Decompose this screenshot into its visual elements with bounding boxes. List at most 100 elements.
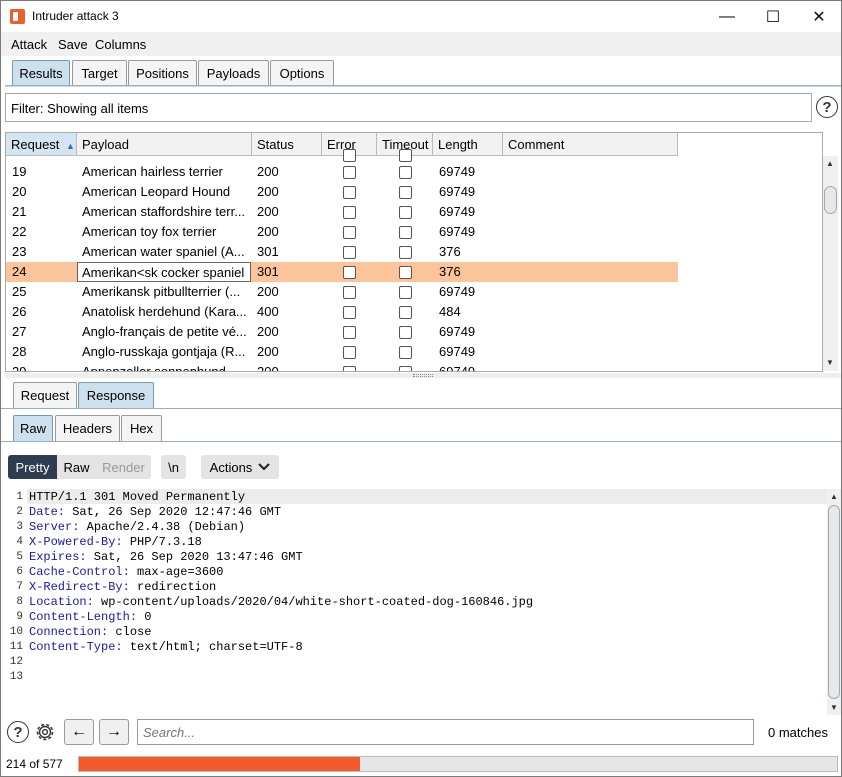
table-row[interactable]: 21 American staffordshire terr... 200 69749: [6, 202, 678, 222]
table-row[interactable]: 23 American water spaniel (A... 301 376: [6, 242, 678, 262]
timeout-checkbox: [399, 226, 412, 239]
line-number: 10: [9, 626, 23, 638]
row-clip-top: [6, 149, 678, 162]
tab-options[interactable]: Options: [270, 60, 334, 86]
table-row[interactable]: 19 American hairless terrier 200 69749: [6, 162, 678, 182]
table-row[interactable]: 28 Anglo-russkaja gontjaja (R... 200 69749: [6, 342, 678, 362]
close-button[interactable]: ✕: [796, 1, 842, 32]
cell-status: 200: [257, 204, 279, 219]
header-value: close: [108, 625, 152, 639]
cell-length: 69749: [439, 284, 476, 299]
table-row[interactable]: 29 Appenzeller sennenhund 200 69749: [6, 362, 678, 372]
column-header-status[interactable]: Status: [252, 133, 322, 156]
tab-raw[interactable]: Raw: [13, 415, 53, 441]
table-row[interactable]: 27 Anglo-français de petite vé... 200 69749: [6, 322, 678, 342]
header-value: 0: [137, 610, 152, 624]
cell-length: 69749: [439, 324, 476, 339]
menu-attack[interactable]: Attack: [11, 37, 47, 52]
cell-status: 301: [257, 264, 279, 279]
chevron-down-icon: [258, 463, 271, 471]
search-input[interactable]: [138, 720, 753, 744]
header-name: Date:: [29, 505, 66, 519]
timeout-checkbox: [399, 266, 412, 279]
header-name: Cache-Control:: [29, 565, 130, 579]
cell-request: 27: [12, 324, 27, 339]
menu-save[interactable]: Save: [58, 37, 88, 52]
cell-request: 29: [12, 364, 27, 372]
table-row[interactable]: 20 American Leopard Hound 200 69749: [6, 182, 678, 202]
table-row[interactable]: 26 Anatolisk herdehund (Kara... 400 484: [6, 302, 678, 322]
render-button[interactable]: Render: [96, 455, 151, 479]
table-row[interactable]: 25 Amerikansk pitbullterrier (... 200 69749: [6, 282, 678, 302]
column-header-payload[interactable]: Payload: [77, 133, 252, 156]
error-checkbox: [343, 226, 356, 239]
search-field[interactable]: [137, 719, 754, 745]
cell-length: 69749: [439, 184, 476, 199]
splitter-grip: [413, 374, 433, 377]
error-checkbox: [343, 346, 356, 359]
minimize-button[interactable]: —: [704, 1, 750, 32]
column-header-comment[interactable]: Comment: [503, 133, 678, 156]
tab-response[interactable]: Response: [78, 382, 154, 408]
error-checkbox: [343, 366, 356, 371]
tab-headers[interactable]: Headers: [55, 415, 120, 441]
cell-payload: Anglo-français de petite vé...: [82, 324, 247, 339]
table-scrollbar[interactable]: ▲ ▼: [823, 156, 838, 371]
header-value: Sat, 26 Sep 2020 13:47:46 GMT: [86, 550, 303, 564]
settings-gear-icon[interactable]: [33, 720, 57, 744]
cell-payload: American hairless terrier: [82, 164, 223, 179]
header-value: PHP/7.3.18: [122, 535, 202, 549]
cell-payload: American Leopard Hound: [82, 184, 231, 199]
response-line: Server: Apache/2.4.38 (Debian): [29, 520, 245, 535]
column-header-request[interactable]: Request ▲: [6, 133, 77, 156]
cell-length: 69749: [439, 224, 476, 239]
column-header-length[interactable]: Length: [433, 133, 503, 156]
cell-request: 28: [12, 344, 27, 359]
response-line: Location: wp-content/uploads/2020/04/whi…: [29, 595, 533, 610]
tab-request[interactable]: Request: [13, 382, 77, 408]
response-editor[interactable]: 1 HTTP/1.1 301 Moved Permanently 2 Date: Sa…: [5, 489, 827, 715]
payload-edit-field[interactable]: Amerikan<sk cocker spaniel: [77, 262, 251, 282]
cell-payload: Appenzeller sennenhund: [82, 364, 226, 372]
cell-payload: American staffordshire terr...: [82, 204, 246, 219]
pretty-button[interactable]: Pretty: [8, 455, 57, 479]
cell-status: 400: [257, 304, 279, 319]
maximize-button[interactable]: ☐: [750, 1, 796, 32]
previous-match-button[interactable]: ←: [64, 719, 94, 745]
table-row[interactable]: 22 American toy fox terrier 200 69749: [6, 222, 678, 242]
error-checkbox: [343, 326, 356, 339]
filter-help-icon[interactable]: ?: [816, 96, 838, 118]
cell-length: 69749: [439, 344, 476, 359]
pane-splitter[interactable]: [5, 373, 841, 378]
tab-hex[interactable]: Hex: [121, 415, 162, 441]
cell-request: 20: [12, 184, 27, 199]
newline-toggle-button[interactable]: \n: [161, 455, 186, 479]
editor-scroll-up-icon[interactable]: ▲: [827, 489, 841, 503]
editor-scrollbar-thumb[interactable]: [828, 505, 840, 699]
menu-columns[interactable]: Columns: [95, 37, 146, 52]
scrollbar-thumb[interactable]: [824, 186, 837, 214]
timeout-checkbox: [399, 286, 412, 299]
tab-positions[interactable]: Positions: [128, 60, 197, 86]
raw-format-button[interactable]: Raw: [57, 455, 96, 479]
arrow-left-icon: ←: [71, 723, 87, 740]
header-value: HTTP/1.1 301 Moved Permanently: [29, 490, 246, 504]
help-icon[interactable]: ?: [7, 721, 29, 743]
editor-scrollbar[interactable]: ▲ ▼: [827, 489, 841, 715]
tab-payloads[interactable]: Payloads: [198, 60, 269, 86]
scroll-up-icon[interactable]: ▲: [823, 156, 837, 170]
progress-label: 214 of 577: [6, 757, 63, 771]
tab-target[interactable]: Target: [72, 60, 127, 86]
response-line: Content-Type: text/html; charset=UTF-8: [29, 640, 303, 655]
tab-results[interactable]: Results: [12, 60, 70, 86]
scroll-down-icon[interactable]: ▼: [823, 355, 837, 369]
filter-bar[interactable]: Filter: Showing all items: [5, 93, 812, 122]
editor-scroll-down-icon[interactable]: ▼: [827, 700, 841, 714]
next-match-button[interactable]: →: [99, 719, 129, 745]
table-row[interactable]: 24 Amerikan<sk cocker spaniel 301 376: [6, 262, 678, 282]
error-checkbox: [343, 266, 356, 279]
header-name: Server:: [29, 520, 80, 534]
actions-dropdown[interactable]: Actions: [201, 455, 279, 479]
cell-request: 19: [12, 164, 27, 179]
header-name: Connection:: [29, 625, 109, 639]
